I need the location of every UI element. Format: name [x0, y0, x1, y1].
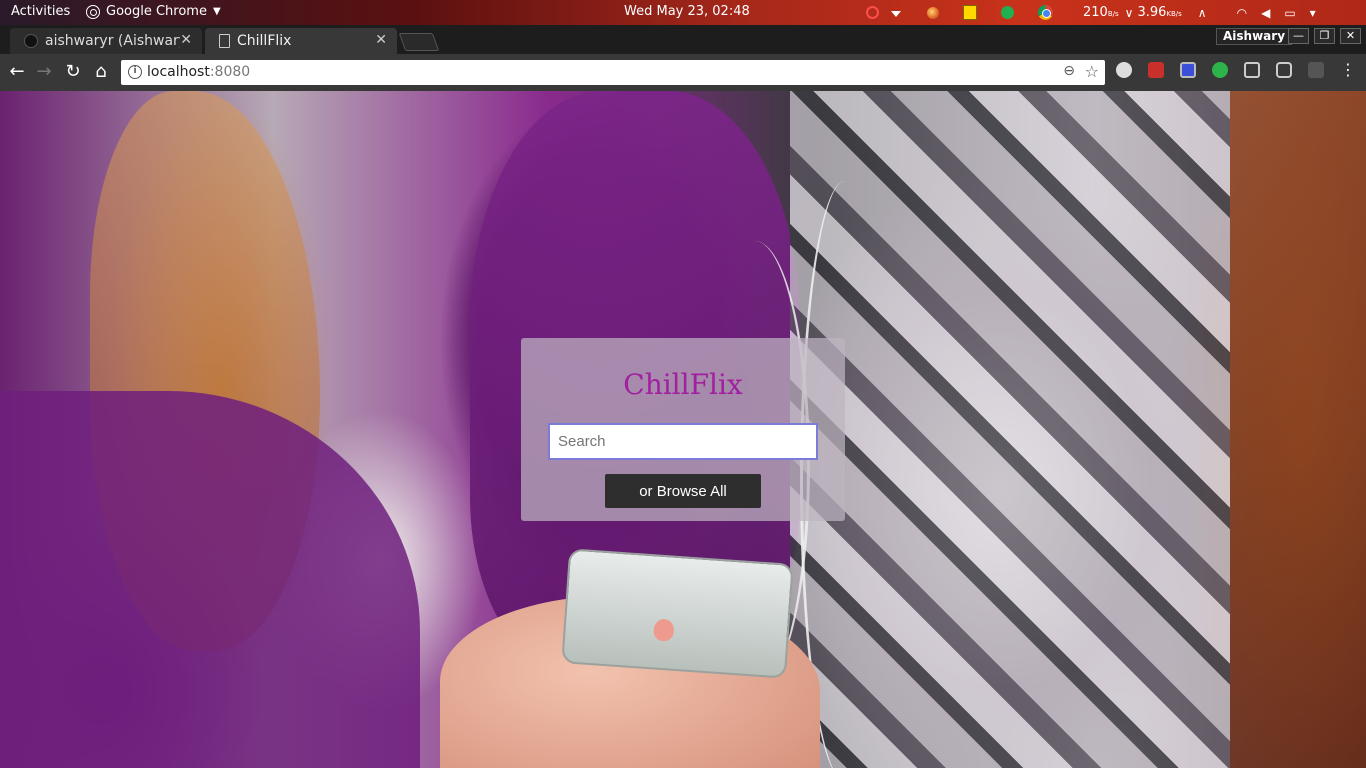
github-icon [24, 34, 38, 48]
document-icon [219, 34, 230, 48]
firefox-icon[interactable] [927, 6, 939, 19]
net-up-speed: 3.96KB/s [1137, 5, 1182, 20]
background-photo-phone [561, 548, 794, 679]
app-menu-label: Google Chrome [106, 4, 207, 19]
profile-button[interactable]: Aishwary [1216, 28, 1293, 45]
close-tab-icon[interactable]: ✕ [375, 32, 387, 48]
maximize-button[interactable]: ❐ [1314, 28, 1335, 44]
search-input[interactable] [548, 423, 818, 460]
chrome-menu-icon[interactable]: ⋮ [1340, 61, 1356, 79]
page-title: ChillFlix [623, 368, 743, 401]
background-photo-hair-right [1230, 91, 1366, 768]
caret-down-icon: ▼ [212, 6, 221, 17]
power-menu-icon[interactable]: ▾ [1310, 6, 1316, 20]
chrome-app-icon [86, 4, 100, 19]
address-bar[interactable]: i localhost:8080 ⊖ ☆ [121, 60, 1105, 85]
notes-icon[interactable] [963, 5, 977, 20]
home-button[interactable]: ⌂ [91, 62, 111, 82]
system-tray: 210B/s ∨ 3.96KB/s ∧ ◠ ◀ ▭ ▾ [866, 3, 1330, 22]
url-port: :8080 [209, 64, 251, 80]
back-button[interactable]: ← [7, 62, 27, 82]
system-top-bar: Activities Google Chrome ▼ Wed May 23, 0… [0, 0, 1366, 25]
browse-all-button[interactable]: or Browse All [605, 474, 761, 508]
activities-button[interactable]: Activities [11, 4, 70, 19]
url-host: localhost [147, 64, 210, 80]
green-app-icon[interactable] [1001, 6, 1014, 19]
bookmark-star-icon[interactable]: ☆ [1085, 62, 1099, 81]
extension-5-icon[interactable] [1244, 62, 1260, 78]
extension-2-icon[interactable] [1148, 62, 1164, 78]
tab-chillflix[interactable]: ChillFlix ✕ [205, 28, 397, 54]
clock[interactable]: Wed May 23, 02:48 [624, 4, 750, 19]
app-menu[interactable]: Google Chrome ▼ [86, 4, 221, 19]
extension-7-icon[interactable] [1308, 62, 1324, 78]
chrome-tray-icon[interactable] [1038, 5, 1053, 20]
close-tab-icon[interactable]: ✕ [180, 32, 192, 48]
reload-button[interactable]: ↻ [63, 62, 83, 82]
minimize-button[interactable]: — [1288, 28, 1309, 44]
tab-title: aishwaryr (Aishwarya [45, 33, 180, 49]
tab-strip: aishwaryr (Aishwarya ✕ ChillFlix ✕ Aishw… [0, 25, 1366, 54]
tab-github[interactable]: aishwaryr (Aishwarya ✕ [10, 28, 202, 54]
extension-4-icon[interactable] [1212, 62, 1228, 78]
apple-logo-icon [653, 618, 675, 642]
new-tab-button[interactable] [398, 33, 440, 51]
site-info-icon[interactable]: i [128, 65, 142, 79]
background-photo-hoodie [0, 391, 420, 768]
upload-arrow-icon: ∧ [1197, 5, 1207, 20]
forward-button[interactable]: → [34, 62, 54, 82]
extension-3-icon[interactable] [1180, 62, 1196, 78]
extension-1-icon[interactable] [1116, 62, 1132, 78]
url-text[interactable]: localhost:8080 [147, 64, 250, 80]
volume-icon[interactable]: ◀ [1261, 6, 1270, 20]
dropdown-icon[interactable] [891, 10, 901, 17]
wifi-icon[interactable]: ◠ [1237, 6, 1247, 20]
download-arrow-icon: ∨ [1124, 5, 1134, 20]
tab-title: ChillFlix [237, 33, 292, 49]
close-window-button[interactable]: ✕ [1340, 28, 1361, 44]
net-down-speed: 210B/s [1083, 5, 1119, 20]
battery-icon[interactable]: ▭ [1284, 6, 1295, 20]
zoom-icon[interactable]: ⊖ [1063, 63, 1075, 79]
extension-6-icon[interactable] [1276, 62, 1292, 78]
record-icon[interactable] [866, 6, 879, 19]
search-card: ChillFlix or Browse All [521, 338, 845, 521]
